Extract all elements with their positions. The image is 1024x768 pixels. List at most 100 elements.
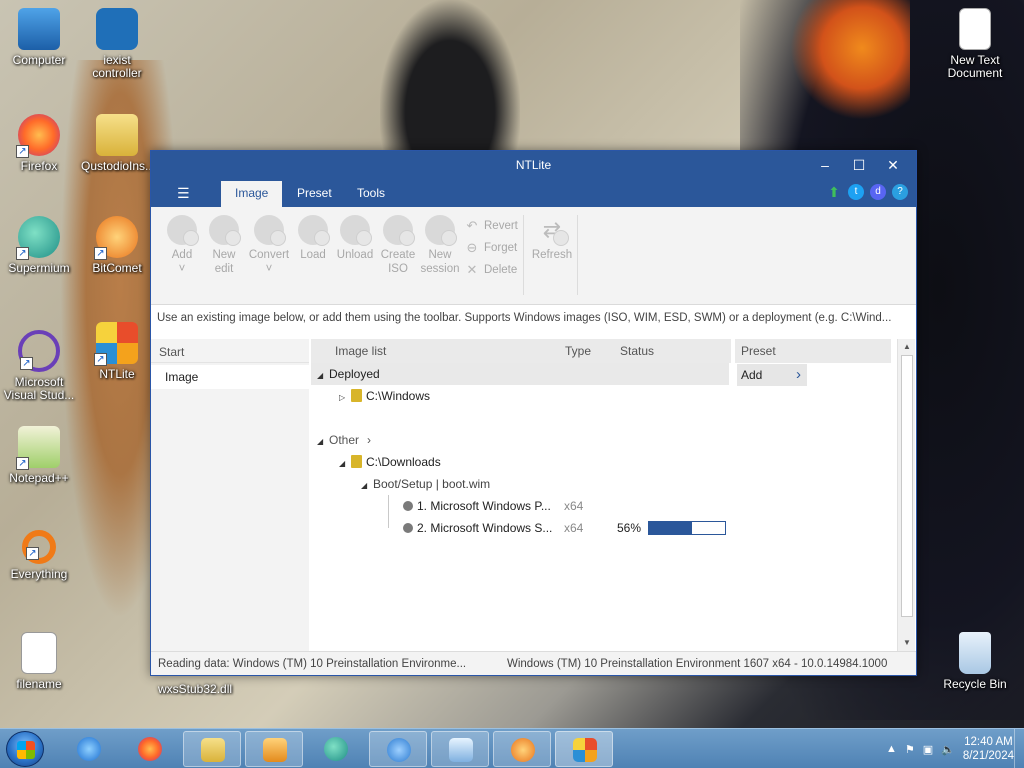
desktop-icon-computer[interactable]: Computer xyxy=(3,8,75,67)
refresh-button[interactable]: ⇄ Refresh xyxy=(529,215,575,262)
help-icon[interactable]: ? xyxy=(892,184,908,200)
scroll-up-arrow-icon[interactable]: ▲ xyxy=(898,339,916,355)
notepad-icon xyxy=(449,738,473,762)
minimize-button[interactable]: – xyxy=(808,151,842,179)
taskbar-bitcomet[interactable] xyxy=(493,731,551,767)
chevron-right-icon: › xyxy=(796,366,801,383)
info-bar: Use an existing image below, or add them… xyxy=(151,305,916,331)
show-hidden-icons-icon[interactable]: ▲ xyxy=(886,743,897,755)
close-button[interactable]: ✕ xyxy=(876,151,910,179)
image-row-1[interactable]: 1. Microsoft Windows P... x64 xyxy=(311,495,729,517)
iexist-icon xyxy=(96,8,138,50)
column-image-list[interactable]: Image list xyxy=(335,344,386,358)
column-status[interactable]: Status xyxy=(620,344,654,358)
column-type[interactable]: Type xyxy=(565,344,591,358)
desktop-icon-recycle-bin[interactable]: Recycle Bin xyxy=(939,632,1011,691)
taskbar-ntlite[interactable] xyxy=(555,731,613,767)
preset-add-button[interactable]: Add › xyxy=(737,364,807,386)
add-button[interactable]: Add ˅ xyxy=(162,215,202,276)
nav-item-image[interactable]: Image xyxy=(151,365,309,389)
maximize-button[interactable]: ☐ xyxy=(842,151,876,179)
window-title: NTLite xyxy=(515,158,552,172)
wxsstub-label[interactable]: wxsStub32.dll xyxy=(158,682,232,696)
twitter-icon[interactable]: t xyxy=(848,184,864,200)
convert-button[interactable]: Convert ˅ xyxy=(248,215,290,276)
preset-header: Preset xyxy=(735,339,891,363)
tree-item-boot-wim[interactable]: ◢ Boot/Setup | boot.wim xyxy=(311,473,490,495)
folder-icon xyxy=(201,738,225,762)
tree-item-c-windows[interactable]: ▷ C:\Windows xyxy=(311,385,430,407)
tab-tools[interactable]: Tools xyxy=(343,181,399,207)
desktop-icon-notepadpp[interactable]: ↗ Notepad++ xyxy=(3,426,75,485)
flag-icon[interactable]: ⚑ xyxy=(905,743,915,756)
text-document-icon xyxy=(959,8,991,50)
desktop-icon-supermium[interactable]: ↗ Supermium xyxy=(3,216,75,275)
create-iso-button[interactable]: Create ISO xyxy=(378,215,418,276)
forget-icon: ⊖ xyxy=(466,240,478,255)
volume-muted-icon[interactable]: 🔈 xyxy=(941,743,955,756)
taskbar-app[interactable] xyxy=(369,731,427,767)
image-list: Image list Type Status ◢ Deployed ▷ C:\Win… xyxy=(311,339,731,651)
unload-button[interactable]: Unload xyxy=(335,215,375,262)
vertical-scrollbar[interactable]: ▲ ▼ xyxy=(897,339,915,651)
image-row-2[interactable]: 2. Microsoft Windows S... x64 56% xyxy=(311,517,729,539)
convert-icon xyxy=(254,215,286,246)
desktop-icon-iexist[interactable]: iexist controller xyxy=(81,8,153,80)
load-button[interactable]: Load xyxy=(293,215,333,262)
unload-icon xyxy=(340,215,372,246)
header-icons: ⬆ t d ? xyxy=(826,184,908,200)
expand-arrow-icon[interactable]: ▷ xyxy=(339,387,351,409)
taskbar-notepad[interactable] xyxy=(431,731,489,767)
delete-button[interactable]: ✕ Delete xyxy=(465,259,518,281)
start-button[interactable] xyxy=(6,731,44,767)
folder-icon xyxy=(351,455,362,468)
tab-image[interactable]: Image xyxy=(221,181,283,207)
folder-icon xyxy=(96,114,138,156)
collapse-arrow-icon[interactable]: ◢ xyxy=(339,453,351,475)
tree-item-c-downloads[interactable]: ◢ C:\Downloads xyxy=(311,451,441,473)
image-list-header: Image list Type Status xyxy=(311,339,731,363)
desktop-icon-firefox[interactable]: ↗ Firefox xyxy=(3,114,75,173)
collapse-arrow-icon[interactable]: ◢ xyxy=(317,431,329,453)
taskbar-firefox[interactable] xyxy=(121,731,179,767)
desktop-icon-new-text-document[interactable]: New Text Document xyxy=(939,8,1011,80)
taskbar-media-player[interactable] xyxy=(245,731,303,767)
title-bar[interactable]: NTLite – ☐ ✕ xyxy=(151,151,916,179)
revert-button[interactable]: ↶ Revert xyxy=(465,215,518,237)
new-edit-button[interactable]: New edit xyxy=(204,215,244,276)
network-icon[interactable]: ▣ xyxy=(923,743,933,756)
status-bar: Reading data: Windows (TM) 10 Preinstall… xyxy=(151,651,916,675)
discord-icon[interactable]: d xyxy=(870,184,886,200)
forget-button[interactable]: ⊖ Forget xyxy=(465,237,518,259)
wallpaper-cat xyxy=(380,0,520,160)
tree-line xyxy=(388,495,389,517)
taskbar-ie[interactable] xyxy=(60,731,118,767)
scroll-down-arrow-icon[interactable]: ▼ xyxy=(898,635,916,651)
desktop-icon-bitcomet[interactable]: ↗ BitComet xyxy=(81,216,153,275)
update-arrow-icon[interactable]: ⬆ xyxy=(826,184,842,200)
taskbar-explorer[interactable] xyxy=(183,731,241,767)
main-content: Start Image Image list Type Status ◢ Depl… xyxy=(151,339,916,651)
group-other[interactable]: ◢ Other › xyxy=(311,429,371,451)
tab-preset[interactable]: Preset xyxy=(283,181,346,207)
scroll-thumb[interactable] xyxy=(901,355,913,617)
desktop-icon-visual-studio[interactable]: ↗ Microsoft Visual Stud... xyxy=(3,330,75,402)
collapse-arrow-icon[interactable]: ◢ xyxy=(361,475,373,497)
desktop-icon-ntlite[interactable]: ↗ NTLite xyxy=(81,322,153,381)
group-deployed[interactable]: ◢ Deployed xyxy=(311,363,729,385)
desktop-icon-everything[interactable]: ↗ Everything xyxy=(3,530,75,581)
new-session-button[interactable]: New session xyxy=(419,215,461,276)
status-right: Windows (TM) 10 Preinstallation Environm… xyxy=(507,658,888,670)
everything-icon: ↗ xyxy=(22,530,56,564)
toolbar-separator-2 xyxy=(577,215,578,295)
show-desktop-button[interactable] xyxy=(1014,729,1024,768)
desktop-icon-filename[interactable]: filename xyxy=(3,632,75,691)
preset-panel: Preset Add › xyxy=(735,339,891,651)
clock[interactable]: 12:40 AM 8/21/2024 xyxy=(963,735,1014,763)
chevron-right-icon[interactable]: › xyxy=(367,433,371,447)
small-actions: ↶ Revert ⊖ Forget ✕ Delete xyxy=(465,215,518,281)
hamburger-icon[interactable]: ☰ xyxy=(177,185,190,202)
collapse-arrow-icon[interactable]: ◢ xyxy=(317,365,329,387)
desktop-icon-qustodio[interactable]: QustodioIns... xyxy=(81,114,155,173)
taskbar-supermium[interactable] xyxy=(307,731,365,767)
